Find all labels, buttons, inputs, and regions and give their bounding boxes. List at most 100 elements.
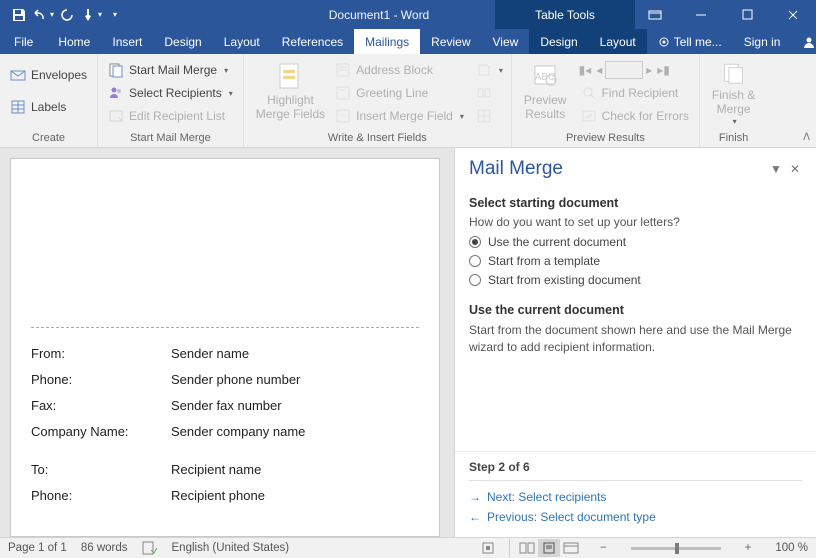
tell-me[interactable]: Tell me... (647, 29, 733, 54)
check-errors-button[interactable]: Check for Errors (577, 105, 693, 127)
edit-recipient-list-button[interactable]: Edit Recipient List (104, 105, 237, 127)
radio-icon (469, 274, 481, 286)
save-icon[interactable] (8, 4, 30, 26)
ribbon-tabs: File Home Insert Design Layout Reference… (0, 29, 816, 54)
envelopes-button[interactable]: Envelopes (6, 64, 91, 86)
prev-record-icon[interactable]: ◂ (594, 59, 604, 81)
pane-options-icon[interactable]: ▼ (766, 160, 786, 178)
radio-existing[interactable]: Start from existing document (469, 273, 802, 287)
field-from[interactable]: From:Sender name (31, 346, 419, 361)
next-step-link[interactable]: →Next: Select recipients (469, 487, 802, 507)
zoom-in-icon[interactable]: + (741, 542, 756, 554)
zoom-thumb[interactable] (675, 543, 679, 554)
cut-line (31, 327, 419, 328)
update-labels-button[interactable] (474, 105, 505, 127)
macro-record-icon[interactable] (481, 541, 495, 555)
collapse-ribbon-icon[interactable]: ᐱ (803, 132, 810, 143)
pane-header: Mail Merge ▼ ✕ (455, 148, 816, 188)
tab-layout[interactable]: Layout (213, 29, 271, 54)
minimize-icon[interactable] (678, 0, 724, 29)
highlight-merge-fields-button[interactable]: Highlight Merge Fields (250, 56, 331, 126)
pane-title: Mail Merge (469, 158, 766, 180)
arrow-right-icon: → (469, 490, 481, 504)
last-record-icon[interactable]: ▸▮ (655, 59, 672, 81)
redo-icon[interactable] (56, 4, 78, 26)
spell-check-icon[interactable] (142, 541, 158, 555)
field-fax[interactable]: Fax:Sender fax number (31, 398, 419, 413)
prev-step-link[interactable]: ←Previous: Select document type (469, 507, 802, 527)
start-mail-merge-button[interactable]: Start Mail Merge▾ (104, 59, 237, 81)
document-area[interactable]: From:Sender name Phone:Sender phone numb… (0, 148, 454, 537)
touch-mode-icon[interactable]: ▾ (80, 4, 102, 26)
match-fields-button[interactable] (474, 82, 505, 104)
tab-table-layout[interactable]: Layout (589, 29, 647, 54)
quick-access-toolbar: ▾ ▾ ▾ (0, 4, 126, 26)
tab-view[interactable]: View (482, 29, 530, 54)
undo-icon[interactable]: ▾ (32, 4, 54, 26)
status-bar: Page 1 of 1 86 words English (United Sta… (0, 537, 816, 558)
ribbon-display-options-icon[interactable] (632, 0, 678, 29)
record-number-input[interactable] (605, 61, 643, 79)
tab-insert[interactable]: Insert (101, 29, 153, 54)
field-company[interactable]: Company Name:Sender company name (31, 424, 419, 439)
zoom-out-icon[interactable]: − (596, 542, 611, 554)
pane-body: Select starting document How do you want… (455, 188, 816, 451)
context-tab-title: Table Tools (495, 0, 635, 29)
section-description: Start from the document shown here and u… (469, 322, 802, 356)
button-label: Highlight Merge Fields (256, 94, 325, 122)
radio-current-document[interactable]: Use the current document (469, 235, 802, 249)
group-preview-results: ABC Preview Results ▮◂ ◂ ▸ ▸▮ Find Recip… (512, 54, 700, 147)
select-recipients-button[interactable]: Select Recipients▾ (104, 82, 237, 104)
preview-results-button[interactable]: ABC Preview Results (518, 56, 573, 126)
radio-template[interactable]: Start from a template (469, 254, 802, 268)
address-block-button[interactable]: Address Block (331, 59, 468, 81)
document-page[interactable]: From:Sender name Phone:Sender phone numb… (10, 158, 440, 537)
tab-file[interactable]: File (0, 29, 47, 54)
read-mode-icon[interactable] (516, 539, 538, 557)
radio-icon (469, 236, 481, 248)
next-record-icon[interactable]: ▸ (644, 59, 654, 81)
tab-references[interactable]: References (271, 29, 354, 54)
tab-mailings[interactable]: Mailings (354, 29, 420, 54)
page-indicator[interactable]: Page 1 of 1 (8, 542, 67, 554)
zoom-level[interactable]: 100 % (775, 542, 808, 554)
pane-close-icon[interactable]: ✕ (786, 160, 804, 178)
maximize-icon[interactable] (724, 0, 770, 29)
greeting-line-button[interactable]: Greeting Line (331, 82, 468, 104)
section-question: How do you want to set up your letters? (469, 215, 802, 229)
web-layout-icon[interactable] (560, 539, 582, 557)
step-indicator: Step 2 of 6 (469, 458, 802, 481)
qat-customize-icon[interactable]: ▾ (104, 4, 126, 26)
tab-design[interactable]: Design (153, 29, 212, 54)
field-to[interactable]: To:Recipient name (31, 462, 419, 477)
title-bar: ▾ ▾ ▾ Document1 - Word Table Tools (0, 0, 816, 29)
section-heading: Select starting document (469, 196, 802, 210)
tab-home[interactable]: Home (47, 29, 101, 54)
first-record-icon[interactable]: ▮◂ (577, 59, 594, 81)
insert-merge-field-button[interactable]: Insert Merge Field▾ (331, 105, 468, 127)
tab-table-design[interactable]: Design (529, 29, 588, 54)
window-controls (632, 0, 816, 29)
field-recipient-phone[interactable]: Phone:Recipient phone (31, 488, 419, 503)
ribbon: Envelopes Labels Create Start Mail Merge… (0, 54, 816, 148)
language-indicator[interactable]: English (United States) (172, 542, 290, 554)
group-start-mail-merge: Start Mail Merge▾ Select Recipients▾ Edi… (98, 54, 244, 147)
labels-button[interactable]: Labels (6, 96, 91, 118)
find-recipient-button[interactable]: Find Recipient (577, 82, 693, 104)
finish-merge-button[interactable]: Finish & Merge▾ (706, 56, 761, 126)
group-label: Start Mail Merge (104, 130, 237, 147)
field-phone[interactable]: Phone:Sender phone number (31, 372, 419, 387)
close-icon[interactable] (770, 0, 816, 29)
button-label: Preview Results (524, 94, 567, 122)
svg-text:ABC: ABC (535, 72, 556, 83)
zoom-slider[interactable] (631, 547, 721, 550)
share-button[interactable]: Share (791, 29, 816, 54)
print-layout-icon[interactable] (538, 539, 560, 557)
radio-icon (469, 255, 481, 267)
group-label: Finish (706, 130, 761, 147)
sign-in[interactable]: Sign in (733, 29, 792, 54)
group-label: Preview Results (518, 130, 693, 147)
rules-button[interactable]: ▾ (474, 59, 505, 81)
word-count[interactable]: 86 words (81, 542, 128, 554)
tab-review[interactable]: Review (420, 29, 481, 54)
